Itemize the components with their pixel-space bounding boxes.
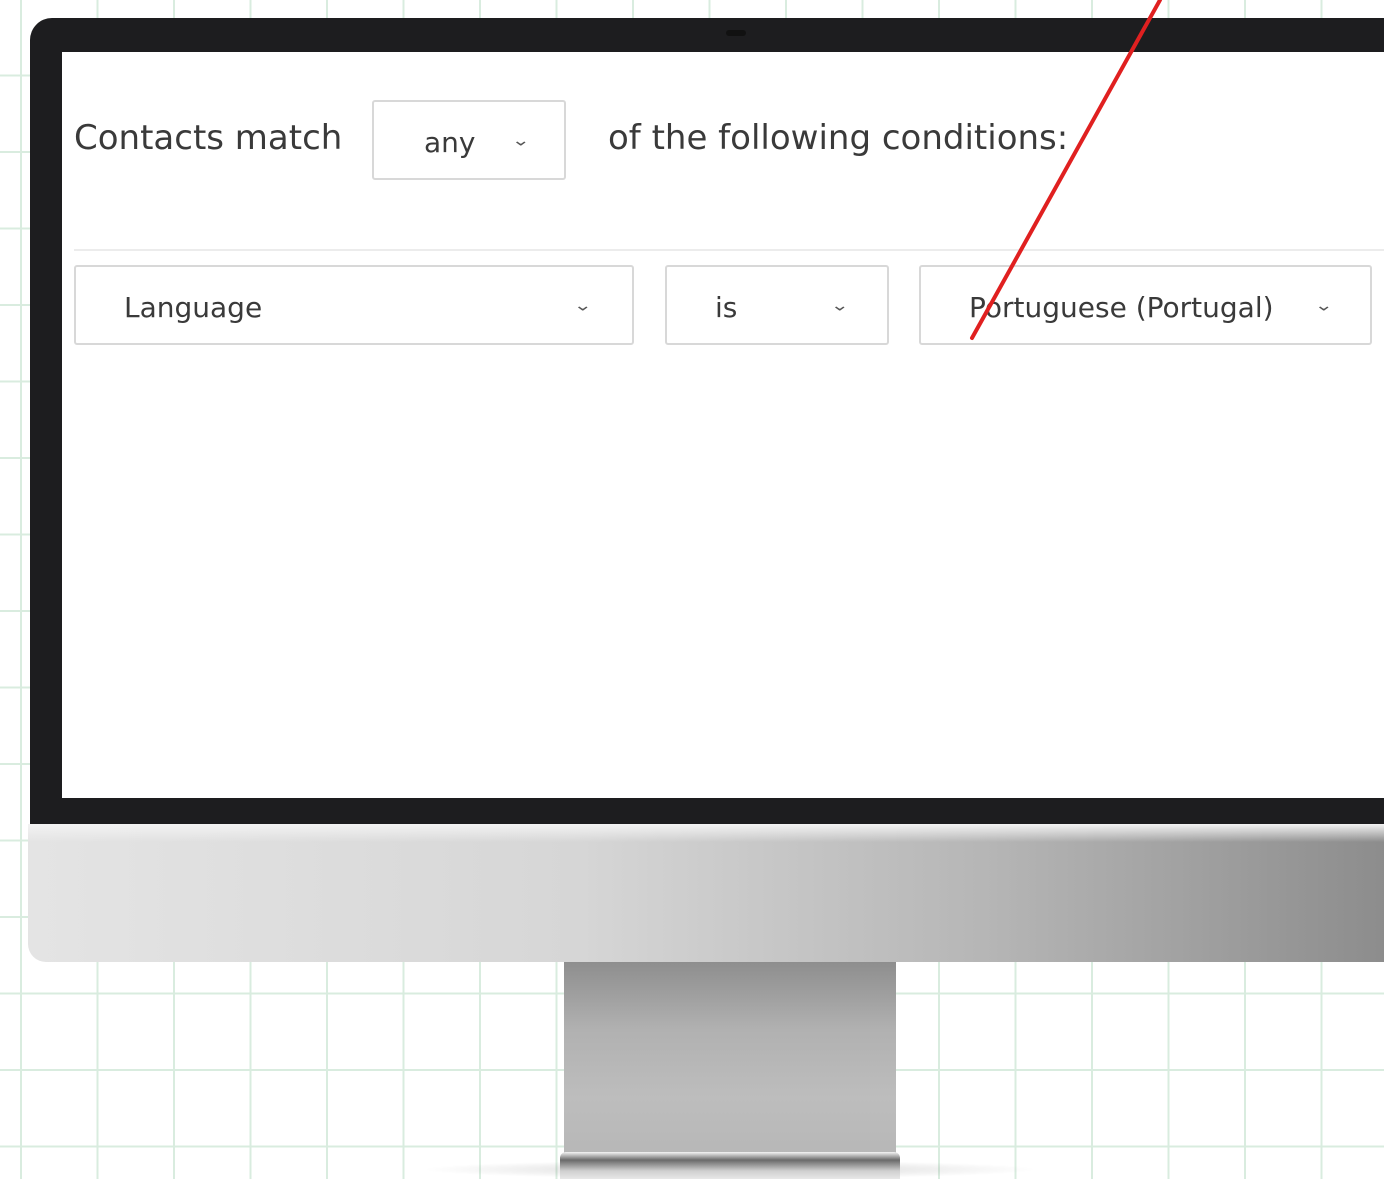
- chevron-down-icon[interactable]: ⌄: [1314, 296, 1333, 315]
- match-mode-select[interactable]: any ⌄: [372, 100, 566, 180]
- divider: [74, 249, 1384, 251]
- condition-field-select[interactable]: Language ⌄: [74, 265, 634, 345]
- monitor-chin: [28, 824, 1384, 962]
- condition-field-value: Language: [124, 291, 263, 324]
- chevron-down-icon[interactable]: ⌄: [830, 296, 849, 315]
- match-mode-value: any: [424, 126, 476, 159]
- chevron-down-icon[interactable]: ⌄: [511, 131, 530, 150]
- monitor-stand: [564, 962, 896, 1156]
- condition-value-select[interactable]: Portuguese (Portugal) ⌄: [919, 265, 1372, 345]
- condition-value-value: Portuguese (Portugal): [969, 291, 1274, 324]
- condition-operator-value: is: [715, 291, 738, 324]
- match-prefix-label: Contacts match: [74, 118, 343, 158]
- condition-operator-select[interactable]: is ⌄: [665, 265, 889, 345]
- monitor-screen: Contacts match any ⌄ of the following co…: [62, 52, 1384, 798]
- match-suffix-label: of the following conditions:: [608, 118, 1069, 158]
- monitor-stand-base: [560, 1152, 900, 1179]
- chevron-down-icon[interactable]: ⌄: [573, 296, 592, 315]
- camera-icon: [726, 30, 746, 36]
